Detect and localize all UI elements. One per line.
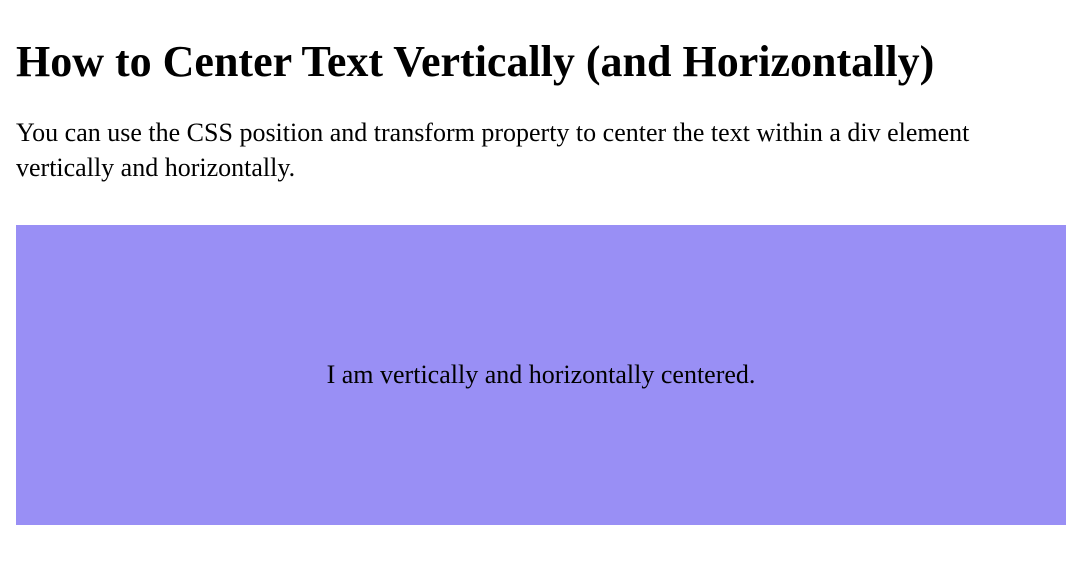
demo-container: I am vertically and horizontally centere… — [16, 225, 1066, 525]
page-heading: How to Center Text Vertically (and Horiz… — [16, 36, 1073, 87]
page-description: You can use the CSS position and transfo… — [16, 115, 1066, 185]
centered-text-example: I am vertically and horizontally centere… — [327, 360, 756, 390]
